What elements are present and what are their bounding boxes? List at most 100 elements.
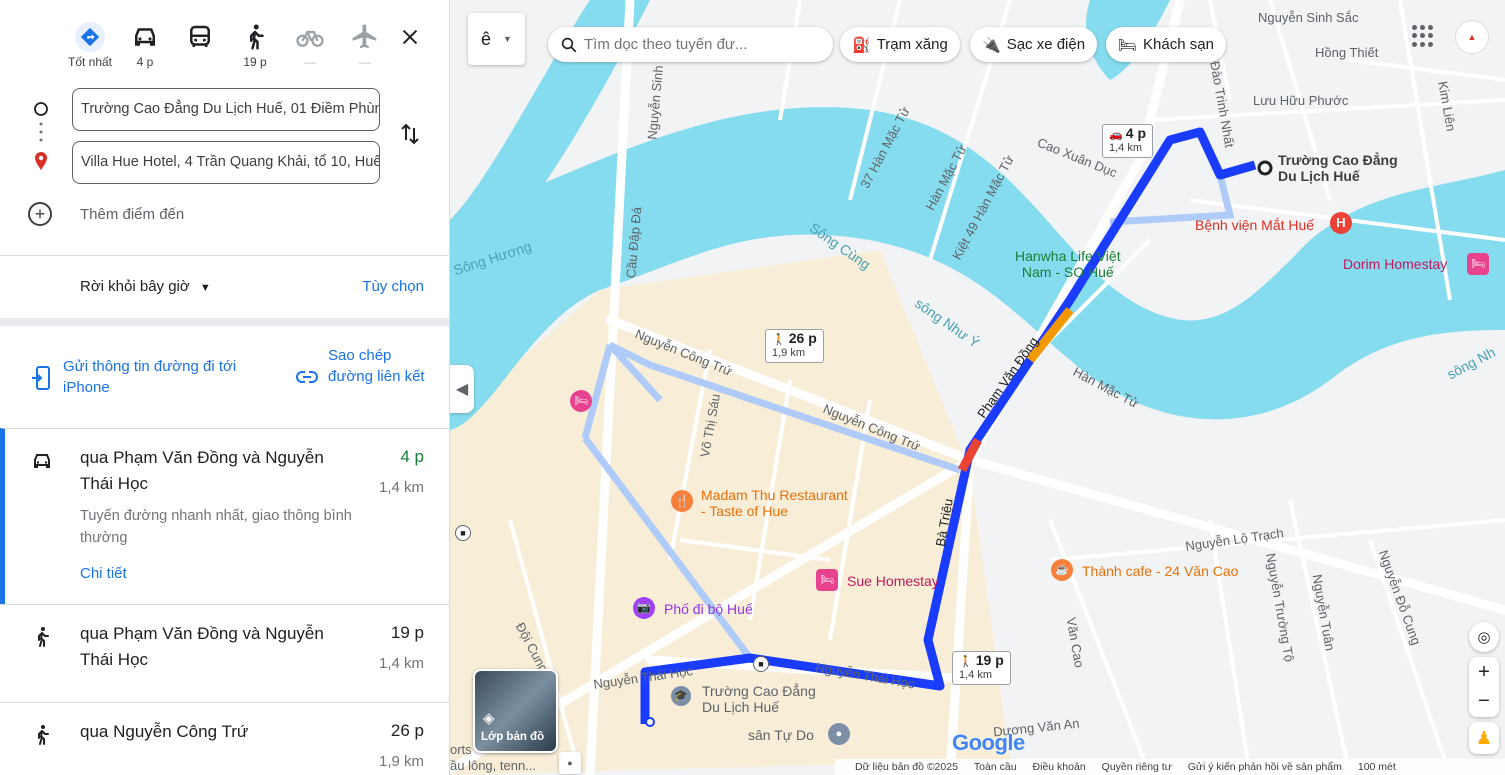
route-time: 26 p [390,721,424,740]
street-label: Lưu Hữu Phước [1253,93,1349,108]
camera-icon[interactable]: 📷 [633,597,655,619]
poi-sports-line2: ầu lông, tenn... [450,758,537,773]
chip-hotels[interactable]: 🛏 Khách sạn [1106,27,1226,62]
endpoint-label-line2: Du Lịch Huế [1278,168,1360,184]
search-along-route-input[interactable]: Tìm dọc theo tuyến đư... [548,27,833,62]
endpoint-label: Trường Cao Đẳng Du Lịch Huế [1278,152,1398,184]
mode-bike[interactable]: — [280,22,340,69]
chip-label: Khách sạn [1143,36,1214,53]
mode-walk[interactable]: 19 p [225,22,285,69]
airplane-icon [352,24,377,49]
chip-gas-station[interactable]: ⛽ Trạm xăng [840,27,960,62]
street-label: Nguyễn Sinh Sắc [1258,10,1359,25]
bus-stop-icon[interactable]: ■ [753,656,769,672]
startpoint-label-line2: Du Lịch Huế [702,699,780,715]
share-row: Gửi thông tin đường đi tới iPhone Sao ch… [0,326,449,428]
callout-distance: 1,9 km [772,347,806,359]
hotel-icon[interactable]: 🛏 [816,569,838,591]
location-target-icon: ◎ [1477,629,1491,646]
poi-thanh-cafe[interactable]: Thành cafe - 24 Văn Cao [1082,563,1238,579]
walking-icon [38,627,49,647]
apps-grid-icon[interactable] [1412,25,1434,47]
startpoint-label: Trường Cao Đẳng Du Lịch Huế [702,683,816,715]
footer-global[interactable]: Toàn cầu [974,761,1017,773]
mode-transit[interactable] [170,22,230,69]
restaurant-icon[interactable]: 🍴 [671,490,693,512]
cafe-icon[interactable]: ☕ [1051,559,1073,581]
route-title: qua Phạm Văn Đồng và Nguyễn Thái Học [80,624,324,669]
walking-icon [250,24,264,50]
destination-input[interactable]: Villa Hue Hotel, 4 Trần Quang Khải, tổ 1… [72,141,380,184]
hotel-icon[interactable]: 🛏 [1467,253,1489,275]
add-destination-button[interactable]: + Thêm điểm đến [28,202,184,226]
leave-now-label: Rời khỏi bây giờ [80,278,190,295]
bus-icon [190,25,210,47]
walking-icon: 🚶 [772,334,786,346]
ev-charging-icon: 🔌 [982,36,1001,54]
route-option-1[interactable]: qua Phạm Văn Đồng và Nguyễn Thái Học 4 p… [0,428,449,604]
add-destination-label: Thêm điểm đến [80,205,185,223]
origin-input[interactable]: Trường Cao Đẳng Du Lịch Huế, 01 Điềm Phù… [72,88,380,131]
mode-car[interactable]: 4 p [115,22,175,69]
route-callout-walk-1[interactable]: 🚶 26 p 1,9 km [765,329,824,363]
route-title: qua Phạm Văn Đồng và Nguyễn Thái Học [80,448,324,493]
footer-privacy[interactable]: Quyền riêng tư [1102,761,1172,773]
school-icon[interactable]: 🎓 [671,686,691,706]
zoom-in-button[interactable]: + [1478,657,1490,687]
search-icon [561,37,577,52]
route-option-2[interactable]: qua Phạm Văn Đồng và Nguyễn Thái Học 19 … [0,604,449,702]
leave-now-dropdown[interactable]: Rời khỏi bây giờ ▼ [80,278,211,295]
map-canvas[interactable]: ê ▼ Tìm dọc theo tuyến đư... ⛽ Trạm xăng … [450,0,1505,775]
bicycle-icon [296,30,324,47]
walking-icon [38,725,49,745]
swap-icon[interactable] [398,122,422,146]
hotel-icon[interactable]: 🛏 [570,390,592,412]
footer-terms[interactable]: Điều khoản [1033,761,1086,773]
zoom-out-button[interactable]: − [1478,687,1490,717]
copy-link-button[interactable]: Sao chép đường liên kết [328,345,428,387]
map-footer: Dữ liệu bản đồ ©2025 Toàn cầu Điều khoản… [835,759,1505,775]
chevron-left-icon: ◀ [455,381,469,398]
chip-label: Trạm xăng [876,36,948,53]
mode-best[interactable]: Tốt nhất [60,22,120,69]
expand-layers-button[interactable]: ● [559,752,581,774]
callout-distance: 1,4 km [959,669,993,681]
my-location-button[interactable]: ◎ [1469,622,1499,652]
street-view-pegman[interactable]: ♟ [1469,722,1499,754]
poi-madam-thu[interactable]: Madam Thu Restaurant - Taste of Hue [701,487,848,519]
route-title: qua Nguyễn Công Trứ [80,722,249,741]
chip-ev-charging[interactable]: 🔌 Sạc xe điện [970,27,1098,62]
mode-flight[interactable]: — [335,22,395,69]
account-avatar[interactable]: ▲ [1455,20,1489,54]
hospital-icon[interactable]: H [1330,212,1352,234]
input-tools-button[interactable]: ê ▼ [468,13,525,65]
footer-feedback[interactable]: Gửi ý kiến phản hồi về sản phẩm [1188,761,1342,773]
poi-dorim[interactable]: Dorim Homestay [1343,256,1447,272]
street-label: Hồng Thiết [1315,45,1379,60]
close-icon[interactable] [399,26,421,48]
options-link[interactable]: Tùy chọn [362,278,424,295]
mode-bike-label: — [304,55,316,69]
travel-mode-bar: Tốt nhất 4 p 19 p — — [60,22,440,72]
layers-button[interactable]: ◈ Lớp bản đồ [473,669,558,753]
bus-stop-icon[interactable]: ■ [455,525,471,541]
route-callout-walk-2[interactable]: 🚶 19 p 1,4 km [952,651,1011,685]
poi-stadium[interactable]: sân Tự Do [748,727,814,743]
poi-pho-di-bo[interactable]: Phố đi bộ Huế [664,601,753,617]
poi-sue-homestay[interactable]: Sue Homestay [847,573,939,589]
poi-madam-line2: - Taste of Hue [701,503,788,519]
send-to-phone-link[interactable]: Gửi thông tin đường đi tới iPhone [63,356,263,398]
details-link[interactable]: Chi tiết [80,565,127,582]
search-placeholder: Tìm dọc theo tuyến đư... [584,36,748,53]
route-callout-car[interactable]: 🚗 4 p 1,4 km [1102,124,1153,158]
collapse-panel-button[interactable]: ◀ [450,365,474,413]
route-dots-icon [34,102,48,170]
zoom-controls: + − [1469,657,1499,717]
route-option-3[interactable]: qua Nguyễn Công Trứ 26 p 1,9 km [0,702,449,775]
poi-hanwha[interactable]: Hanwha Life Việt Nam - SO Huế [1015,248,1121,280]
callout-time: 19 p [975,652,1004,668]
poi-hospital[interactable]: Bệnh viện Mắt Huế [1195,217,1314,233]
footer-scale[interactable]: 100 mét [1358,761,1396,773]
stadium-icon[interactable]: ● [828,723,850,745]
bed-icon: 🛏 [1118,36,1138,54]
